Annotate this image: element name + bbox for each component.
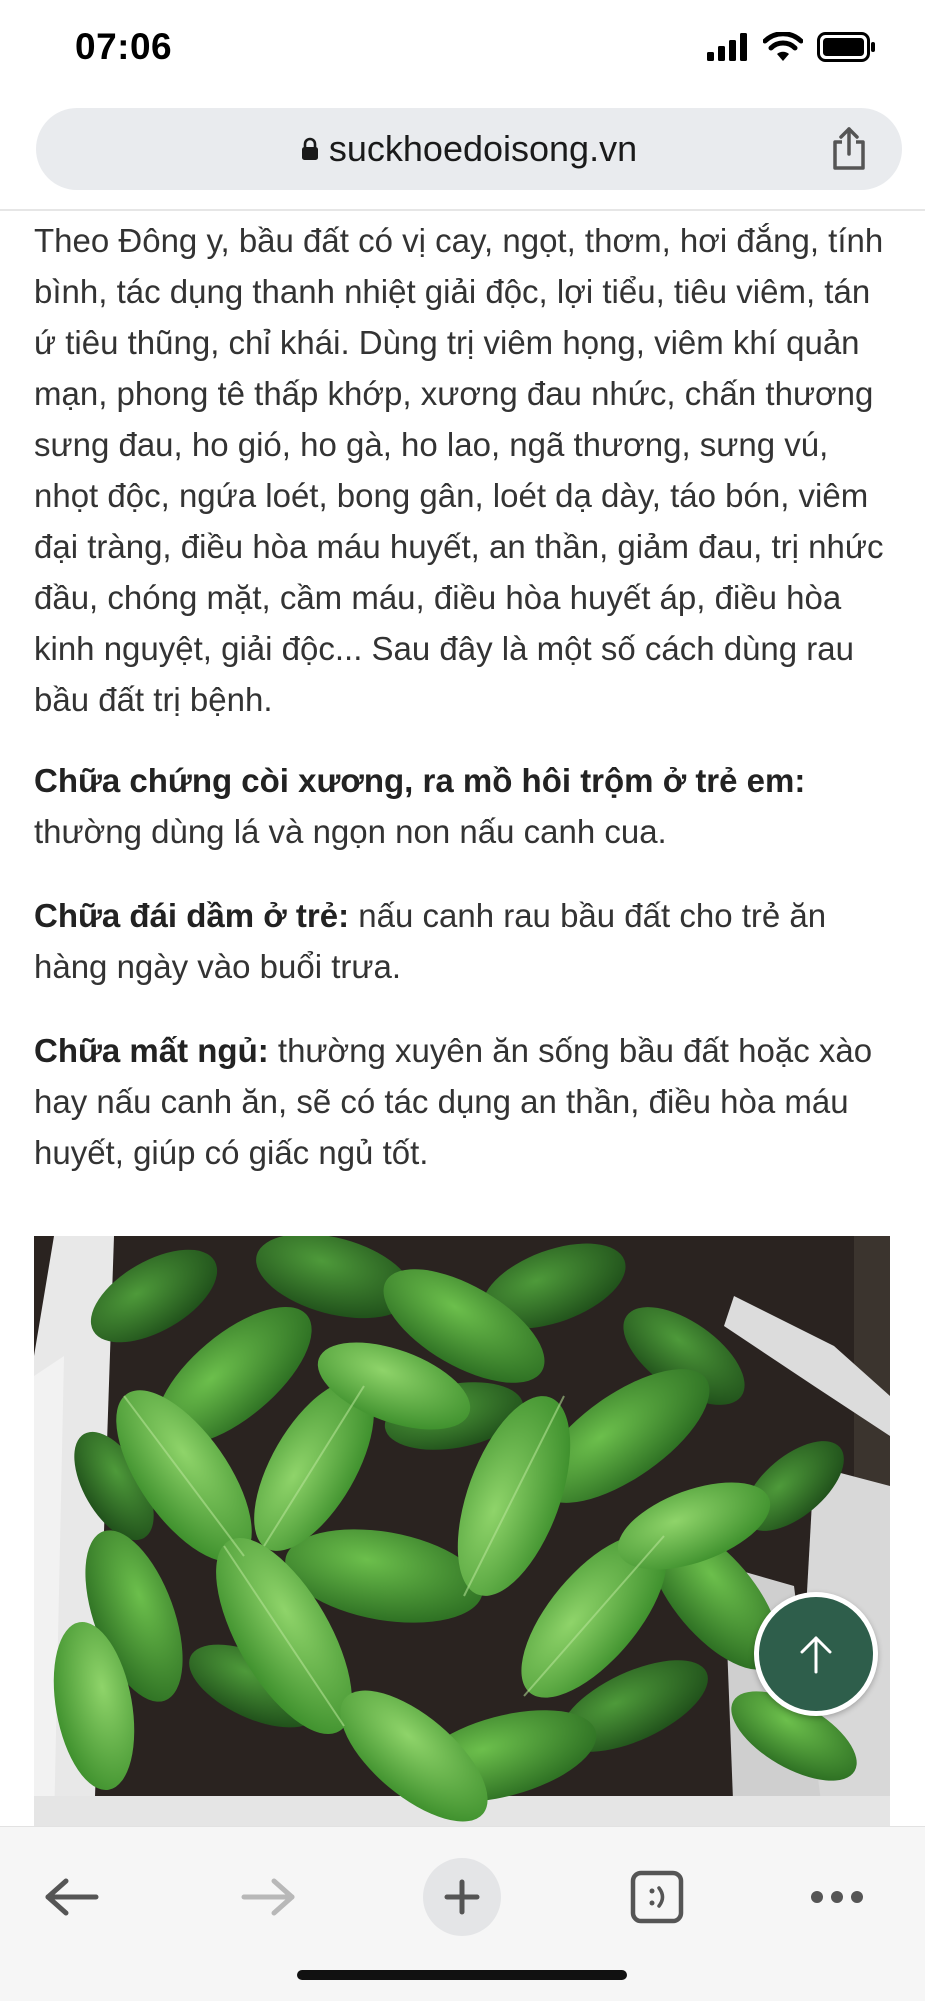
article-body: Theo Đông y, bầu đất có vị cay, ngọt, th…: [34, 211, 894, 1178]
address-bar[interactable]: suckhoedoisong.vn: [36, 108, 902, 190]
status-icons: [707, 32, 877, 62]
remedy-title: Chữa chứng còi xương, ra mồ hôi trộm ở t…: [34, 762, 806, 799]
remedy-paragraph: Chữa chứng còi xương, ra mồ hôi trộm ở t…: [34, 755, 894, 857]
url-display[interactable]: suckhoedoisong.vn: [36, 108, 902, 190]
arrow-up-icon: [800, 1636, 832, 1674]
tab-switcher-icon: [630, 1870, 684, 1924]
wifi-icon: [763, 32, 803, 61]
plant-photo-illustration: [34, 1236, 890, 1826]
new-tab-button[interactable]: [422, 1857, 502, 1937]
scroll-to-top-button[interactable]: [754, 1592, 878, 1716]
forward-button[interactable]: [228, 1857, 308, 1937]
share-icon: [833, 127, 865, 170]
url-text: suckhoedoisong.vn: [328, 128, 638, 169]
home-indicator: [297, 1970, 627, 1980]
arrow-right-icon: [241, 1878, 295, 1916]
arrow-left-icon: [45, 1878, 99, 1916]
article-photo: [34, 1236, 890, 1826]
article-intro: Theo Đông y, bầu đất có vị cay, ngọt, th…: [34, 222, 884, 718]
remedy-title: Chữa mất ngủ:: [34, 1032, 269, 1069]
remedy-paragraph: Chữa đái dầm ở trẻ: nấu canh rau bầu đất…: [34, 890, 894, 992]
new-tab-circle: [423, 1858, 501, 1936]
more-menu-button[interactable]: [797, 1857, 877, 1937]
remedy-text: thường dùng lá và ngọn non nấu canh cua.: [34, 813, 667, 850]
battery-icon: [817, 32, 875, 62]
status-bar: 07:06: [0, 0, 925, 100]
lock-icon: [301, 137, 318, 160]
status-time: 07:06: [75, 26, 173, 67]
signal-icon: [707, 33, 747, 61]
plus-icon: [444, 1879, 480, 1915]
more-icon: [811, 1891, 863, 1903]
share-button[interactable]: [826, 126, 872, 172]
back-button[interactable]: [32, 1857, 112, 1937]
remedy-title: Chữa đái dầm ở trẻ:: [34, 897, 350, 934]
remedy-paragraph: Chữa mất ngủ: thường xuyên ăn sống bầu đ…: [34, 1025, 894, 1178]
tab-switcher-button[interactable]: [617, 1857, 697, 1937]
